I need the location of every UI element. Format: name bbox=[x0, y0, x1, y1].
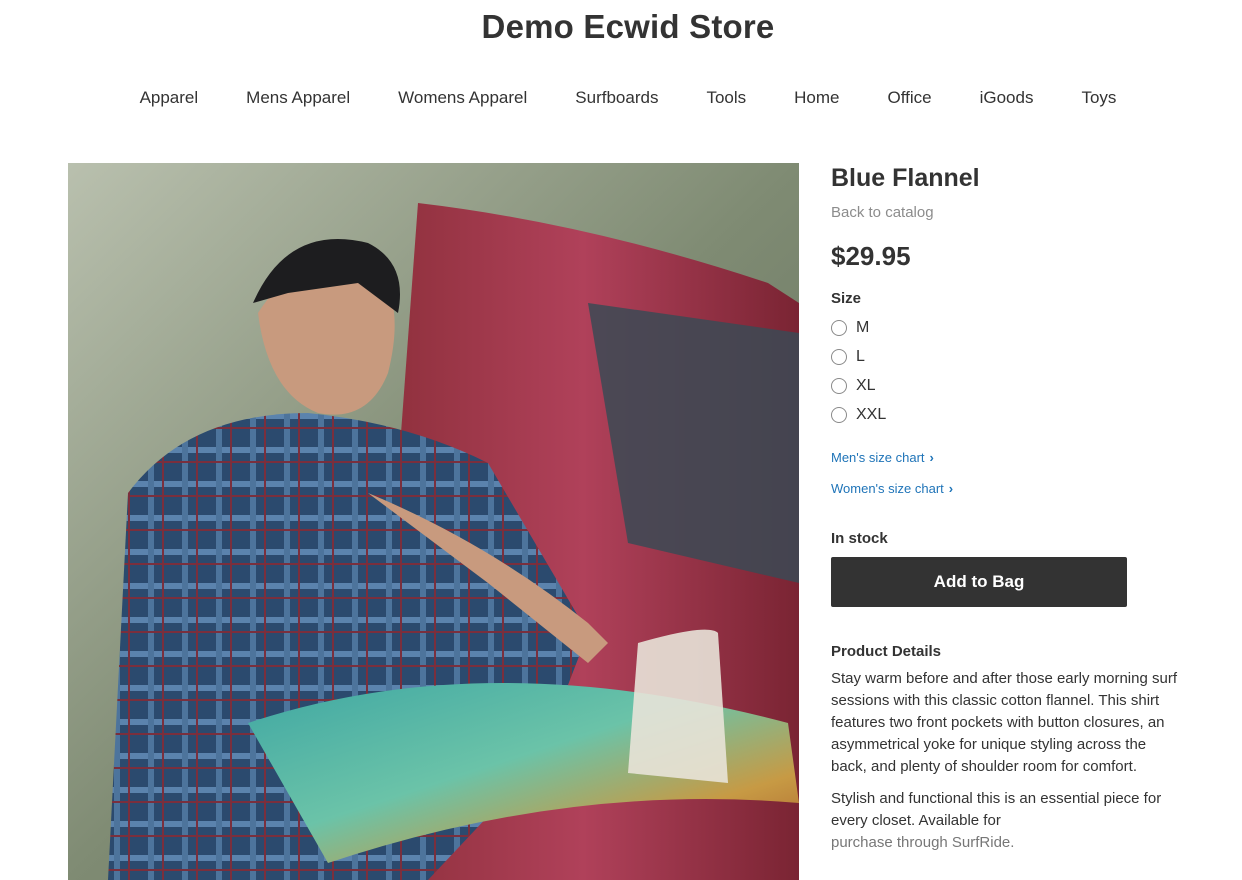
category-nav: Apparel Mens Apparel Womens Apparel Surf… bbox=[0, 88, 1242, 108]
size-option-label: XL bbox=[856, 376, 876, 394]
store-title[interactable]: Demo Ecwid Store bbox=[0, 8, 1242, 46]
add-to-bag-button[interactable]: Add to Bag bbox=[831, 557, 1127, 607]
radio-unchecked-icon[interactable] bbox=[831, 377, 847, 394]
radio-unchecked-icon[interactable] bbox=[831, 348, 847, 365]
description-paragraph: Stay warm before and after those early m… bbox=[831, 670, 1177, 775]
product-details-title: Product Details bbox=[831, 643, 942, 660]
chevron-right-icon: › bbox=[948, 481, 954, 496]
size-option-xl[interactable]: XL bbox=[831, 371, 1191, 400]
nav-item-tools[interactable]: Tools bbox=[706, 88, 746, 108]
radio-unchecked-icon[interactable] bbox=[831, 406, 847, 423]
mens-size-chart-label: Men's size chart bbox=[831, 450, 925, 465]
product-photo-illustration bbox=[68, 163, 799, 880]
back-to-catalog-link[interactable]: Back to catalog bbox=[831, 204, 1191, 221]
size-option-m[interactable]: M bbox=[831, 313, 1191, 342]
size-option-label: L bbox=[856, 347, 865, 365]
nav-item-toys[interactable]: Toys bbox=[1081, 88, 1116, 108]
nav-item-office[interactable]: Office bbox=[888, 88, 932, 108]
nav-item-apparel[interactable]: Apparel bbox=[140, 88, 199, 108]
nav-item-mens-apparel[interactable]: Mens Apparel bbox=[246, 88, 350, 108]
nav-item-igoods[interactable]: iGoods bbox=[980, 88, 1034, 108]
nav-item-home[interactable]: Home bbox=[794, 88, 839, 108]
size-option-xxl[interactable]: XXL bbox=[831, 400, 1191, 429]
womens-size-chart-label: Women's size chart bbox=[831, 481, 944, 496]
product-details-panel: Blue Flannel Back to catalog $29.95 Size… bbox=[831, 163, 1191, 864]
size-label: Size bbox=[831, 290, 862, 307]
size-option-label: XXL bbox=[856, 405, 887, 423]
radio-unchecked-icon[interactable] bbox=[831, 319, 847, 336]
nav-item-womens-apparel[interactable]: Womens Apparel bbox=[398, 88, 527, 108]
description-paragraph: Stylish and functional this is an essent… bbox=[831, 790, 1162, 829]
stock-status: In stock bbox=[831, 530, 888, 547]
chevron-right-icon: › bbox=[929, 450, 934, 465]
mens-size-chart-link[interactable]: Men's size chart › bbox=[831, 450, 934, 465]
size-option-l[interactable]: L bbox=[831, 342, 1191, 371]
product-title: Blue Flannel bbox=[831, 164, 980, 192]
womens-size-chart-link[interactable]: Women's size chart › bbox=[831, 481, 953, 496]
product-price: $29.95 bbox=[831, 241, 911, 271]
nav-item-surfboards[interactable]: Surfboards bbox=[575, 88, 658, 108]
size-option-label: M bbox=[856, 318, 870, 336]
product-description: Stay warm before and after those early m… bbox=[831, 668, 1181, 854]
size-options: M L XL XXL bbox=[831, 313, 1191, 429]
product-photo[interactable] bbox=[68, 163, 799, 880]
description-paragraph: purchase through SurfRide. bbox=[831, 834, 1015, 851]
